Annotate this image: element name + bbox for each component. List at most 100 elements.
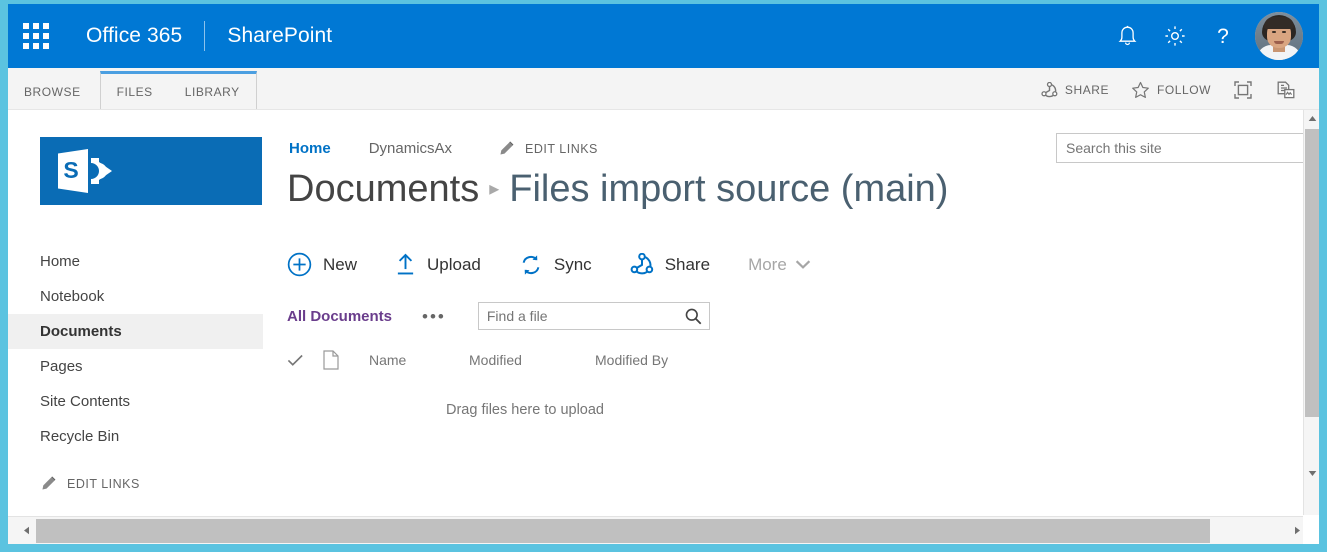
scroll-down-button[interactable] (1304, 465, 1319, 482)
vertical-scroll-thumb[interactable] (1305, 129, 1319, 417)
page-sync-button[interactable] (1265, 73, 1305, 107)
suite-bar-actions: ? (1103, 4, 1319, 68)
vertical-scrollbar[interactable] (1303, 110, 1319, 516)
horizontal-scrollbar[interactable] (8, 516, 1319, 544)
top-nav-home[interactable]: Home (289, 140, 331, 157)
page-title-current: Files import source (main) (509, 168, 949, 210)
checkmark-icon (287, 354, 303, 366)
upload-label: Upload (427, 254, 481, 274)
horizontal-scroll-thumb[interactable] (36, 519, 1210, 543)
office365-link[interactable]: Office 365 (64, 4, 204, 68)
office365-suite-bar: Office 365 SharePoint ? (8, 4, 1319, 68)
sync-button[interactable]: Sync (519, 253, 592, 277)
bell-icon (1118, 25, 1136, 45)
ribbon-tab-library[interactable]: LIBRARY (169, 75, 256, 109)
ribbon-tab-browse[interactable]: BROWSE (8, 76, 97, 109)
ribbon-tab-files[interactable]: FILES (101, 75, 169, 109)
sidebar-item-pages[interactable]: Pages (8, 349, 263, 384)
share-label: SHARE (1064, 83, 1110, 97)
avatar-hair-top (1264, 17, 1294, 29)
share-command-button[interactable]: Share (630, 252, 711, 277)
avatar[interactable] (1255, 12, 1303, 60)
new-button[interactable]: New (287, 252, 357, 277)
sidebar-item-notebook[interactable]: Notebook (8, 279, 263, 314)
share-icon (630, 252, 654, 277)
focus-on-content-button[interactable] (1223, 73, 1263, 107)
follow-label: FOLLOW (1157, 83, 1211, 97)
star-icon (1132, 81, 1149, 99)
sidebar-item-documents[interactable]: Documents (8, 314, 263, 349)
sharepoint-logo[interactable]: S (40, 137, 262, 205)
sidebar-edit-links-button[interactable]: EDIT LINKS (40, 475, 140, 492)
pencil-icon (42, 476, 56, 490)
caret-down-icon (1308, 471, 1316, 476)
share-command-label: Share (664, 254, 711, 274)
sharepoint-link[interactable]: SharePoint (205, 4, 354, 68)
document-list-header: Name Modified Modified By (287, 350, 668, 370)
settings-button[interactable] (1151, 4, 1199, 68)
sharepoint-logo-icon: S (58, 149, 112, 193)
column-header-modified[interactable]: Modified (469, 352, 595, 368)
notifications-button[interactable] (1103, 4, 1151, 68)
sidebar-edit-links-label: EDIT LINKS (67, 476, 140, 491)
svg-text:?: ? (1217, 25, 1229, 48)
avatar-eye-left (1272, 31, 1276, 33)
ribbon-contextual-group: FILES LIBRARY (99, 71, 257, 109)
drag-files-hint: Drag files here to upload (446, 402, 604, 418)
waffle-icon (23, 23, 49, 49)
ribbon-actions: SHARE FOLLOW (1031, 71, 1319, 109)
plus-circle-icon (287, 252, 312, 277)
top-nav-edit-links-button[interactable]: EDIT LINKS (498, 140, 598, 157)
pencil-icon (500, 141, 514, 155)
view-more-options-button[interactable]: ••• (422, 308, 446, 325)
scrollbar-corner (1303, 516, 1319, 544)
svg-text:S: S (63, 157, 78, 183)
main-content: Home DynamicsAx EDIT LINKS Documents ▸ Fil… (263, 110, 1303, 516)
column-header-modified-by[interactable]: Modified By (595, 352, 668, 368)
site-search-input[interactable] (1056, 133, 1303, 163)
chevron-down-icon (795, 260, 810, 269)
top-navigation: Home DynamicsAx EDIT LINKS (289, 140, 598, 157)
command-bar: New Upload Sync Share More (287, 252, 811, 277)
sidebar-item-home[interactable]: Home (8, 244, 263, 279)
browser-window: Office 365 SharePoint ? BROWSE FILES LIB… (8, 4, 1319, 544)
follow-button[interactable]: FOLLOW (1121, 73, 1221, 107)
scroll-left-button[interactable] (18, 517, 35, 544)
more-label: More (748, 254, 787, 274)
help-button[interactable]: ? (1199, 4, 1247, 68)
document-icon (323, 350, 339, 370)
top-nav-dynamicsax[interactable]: DynamicsAx (369, 140, 452, 157)
avatar-eye-right (1282, 31, 1286, 33)
avatar-mouth (1274, 41, 1284, 44)
new-label: New (323, 254, 358, 274)
select-all-checkbox[interactable] (287, 353, 323, 368)
search-icon[interactable] (684, 307, 703, 331)
left-navigation: S Home Notebook Documents Pages Site Con… (8, 110, 263, 516)
sync-label: Sync (553, 254, 592, 274)
ribbon-bar: BROWSE FILES LIBRARY SHARE FOLLOW (8, 68, 1319, 110)
scroll-up-button[interactable] (1304, 110, 1319, 127)
view-selector-row: All Documents ••• (287, 302, 710, 330)
upload-arrow-icon (395, 252, 416, 277)
caret-left-icon (24, 526, 29, 535)
find-a-file-box (477, 302, 710, 331)
column-header-name[interactable]: Name (369, 352, 469, 368)
page-title-separator: ▸ (489, 178, 500, 200)
document-type-column[interactable] (323, 350, 369, 370)
more-button[interactable]: More (748, 255, 811, 275)
focus-on-content-icon (1234, 81, 1252, 99)
app-launcher-button[interactable] (8, 4, 64, 68)
page-title: Documents ▸ Files import source (main) (287, 168, 948, 211)
current-view-label[interactable]: All Documents (287, 308, 392, 325)
upload-button[interactable]: Upload (395, 252, 481, 277)
sidebar-item-recycle-bin[interactable]: Recycle Bin (8, 419, 263, 454)
page-body: S Home Notebook Documents Pages Site Con… (8, 110, 1303, 516)
share-button[interactable]: SHARE (1031, 73, 1119, 107)
share-icon (1041, 81, 1058, 97)
find-a-file-input[interactable] (478, 303, 679, 329)
quick-launch: Home Notebook Documents Pages Site Conte… (8, 244, 263, 454)
page-title-parent[interactable]: Documents (287, 168, 479, 210)
sync-icon (519, 253, 543, 277)
gear-icon (1165, 26, 1185, 46)
sidebar-item-site-contents[interactable]: Site Contents (8, 384, 263, 419)
